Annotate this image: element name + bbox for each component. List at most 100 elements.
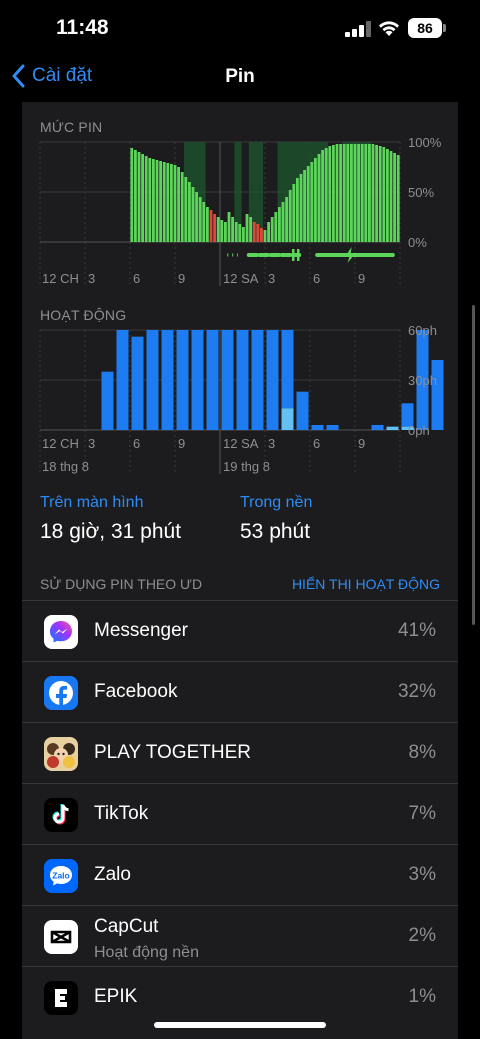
app-name: PLAY TOGETHER [94, 742, 251, 763]
activity-bar-screen [281, 330, 294, 409]
app-row-epik[interactable]: EPIK 1% [22, 966, 458, 1027]
battery-bar [227, 212, 231, 242]
app-name: CapCut [94, 916, 159, 937]
battery-bar [303, 170, 306, 242]
epik-icon [44, 981, 78, 1015]
activity-y-tick: 30ph [408, 373, 437, 388]
activity-bar-screen [371, 425, 384, 430]
app-row-messenger[interactable]: Messenger 41% [22, 600, 458, 661]
navigation-bar: Cài đặt Pin [0, 56, 480, 102]
app-percent: 1% [408, 986, 436, 1007]
activity-bar-screen [101, 371, 114, 430]
app-name: Messenger [94, 620, 188, 641]
app-name: Zalo [94, 864, 131, 885]
battery-bar [328, 146, 332, 242]
battery-y-tick: 100% [408, 135, 442, 150]
facebook-icon [44, 676, 78, 710]
battery-tip [443, 24, 446, 32]
activity-y-tick: 60ph [408, 323, 437, 338]
show-activity-toggle[interactable]: HIỂN THỊ HOẠT ĐỘNG [292, 576, 440, 592]
activity-bar-screen [326, 425, 339, 430]
activity-x-tick: 6 [313, 436, 321, 451]
activity-x-tick: 12 CH [42, 436, 79, 451]
pause-icon [292, 249, 295, 261]
battery-bar [267, 222, 270, 242]
battery-bar [285, 197, 288, 242]
battery-bar [152, 159, 155, 242]
battery-x-tick: 3 [88, 271, 96, 286]
battery-bar [234, 222, 238, 242]
background-time-label[interactable]: Trong nền [240, 494, 312, 512]
battery-y-tick: 50% [408, 185, 435, 200]
zalo-icon: Zalo [44, 859, 78, 893]
battery-bar [256, 224, 260, 242]
battery-indicator: 86 [408, 18, 442, 38]
battery-bar [396, 155, 400, 242]
battery-bar [209, 210, 213, 242]
cellular-signal-icon [345, 21, 371, 37]
battery-bar [321, 150, 324, 242]
battery-bar [263, 230, 267, 242]
capcut-icon [44, 920, 78, 954]
battery-bar [314, 158, 317, 242]
activity-date-left: 18 thg 8 [42, 459, 89, 474]
battery-x-tick: 3 [268, 271, 276, 286]
battery-bar [360, 144, 364, 242]
battery-bar [393, 153, 396, 242]
app-row-zalo[interactable]: Zalo Zalo 3% [22, 844, 458, 905]
activity-x-tick: 9 [358, 436, 366, 451]
battery-bar [206, 207, 209, 242]
battery-bar [220, 220, 224, 242]
activity-chart [39, 329, 444, 474]
background-time-value: 53 phút [240, 520, 311, 543]
battery-bar [310, 162, 314, 242]
activity-bar-screen [221, 330, 234, 430]
app-row-capcut[interactable]: CapCut Hoạt động nền 2% [22, 905, 458, 966]
lightning-icon [345, 247, 355, 263]
battery-x-tick: 9 [358, 271, 366, 286]
activity-date-right: 19 thg 8 [223, 459, 270, 474]
svg-text:Zalo: Zalo [52, 871, 69, 881]
battery-bar [159, 161, 162, 242]
activity-bar-screen [206, 330, 219, 430]
activity-x-tick: 12 SA [223, 436, 259, 451]
battery-bar [389, 151, 393, 242]
page-title: Pin [225, 66, 255, 87]
battery-bar [364, 144, 368, 242]
app-percent: 41% [397, 620, 436, 641]
battery-bar [342, 144, 346, 242]
scroll-indicator[interactable] [472, 305, 475, 625]
app-percent: 8% [408, 742, 436, 763]
status-time: 11:48 [56, 16, 109, 39]
activity-bar-screen [266, 330, 279, 430]
activity-bar-screen [116, 330, 129, 430]
battery-bar [386, 149, 389, 242]
battery-bar [155, 160, 159, 242]
tiktok-icon [44, 798, 78, 832]
screen-time-label[interactable]: Trên màn hình [40, 494, 143, 512]
battery-bar [231, 217, 234, 242]
battery-bar [249, 217, 252, 242]
battery-bar [317, 154, 321, 242]
battery-bar [134, 150, 137, 242]
app-row-facebook[interactable]: Facebook 32% [22, 661, 458, 722]
app-name: EPIK [94, 986, 138, 1007]
battery-bar [195, 192, 198, 242]
battery-content[interactable]: MỨC PIN 100% 50% 0% 12 CH 3 6 9 12 SA 3 … [22, 102, 458, 1039]
activity-bar-screen [161, 330, 174, 430]
battery-bar [339, 144, 342, 242]
battery-level-label: MỨC PIN [40, 119, 103, 135]
battery-bar [324, 148, 328, 242]
home-indicator[interactable] [154, 1022, 326, 1028]
activity-bar-screen [146, 330, 159, 430]
activity-label: HOẠT ĐỘNG [40, 307, 127, 323]
activity-bar-screen [236, 330, 249, 430]
play-together-icon [44, 737, 78, 771]
battery-bar [346, 144, 350, 242]
battery-bar [382, 147, 386, 242]
app-row-tiktok[interactable]: TikTok 7% [22, 783, 458, 844]
battery-bar [173, 165, 177, 242]
app-row-play-together[interactable]: PLAY TOGETHER 8% [22, 722, 458, 783]
activity-x-tick: 3 [268, 436, 276, 451]
activity-bar-screen [191, 330, 204, 430]
